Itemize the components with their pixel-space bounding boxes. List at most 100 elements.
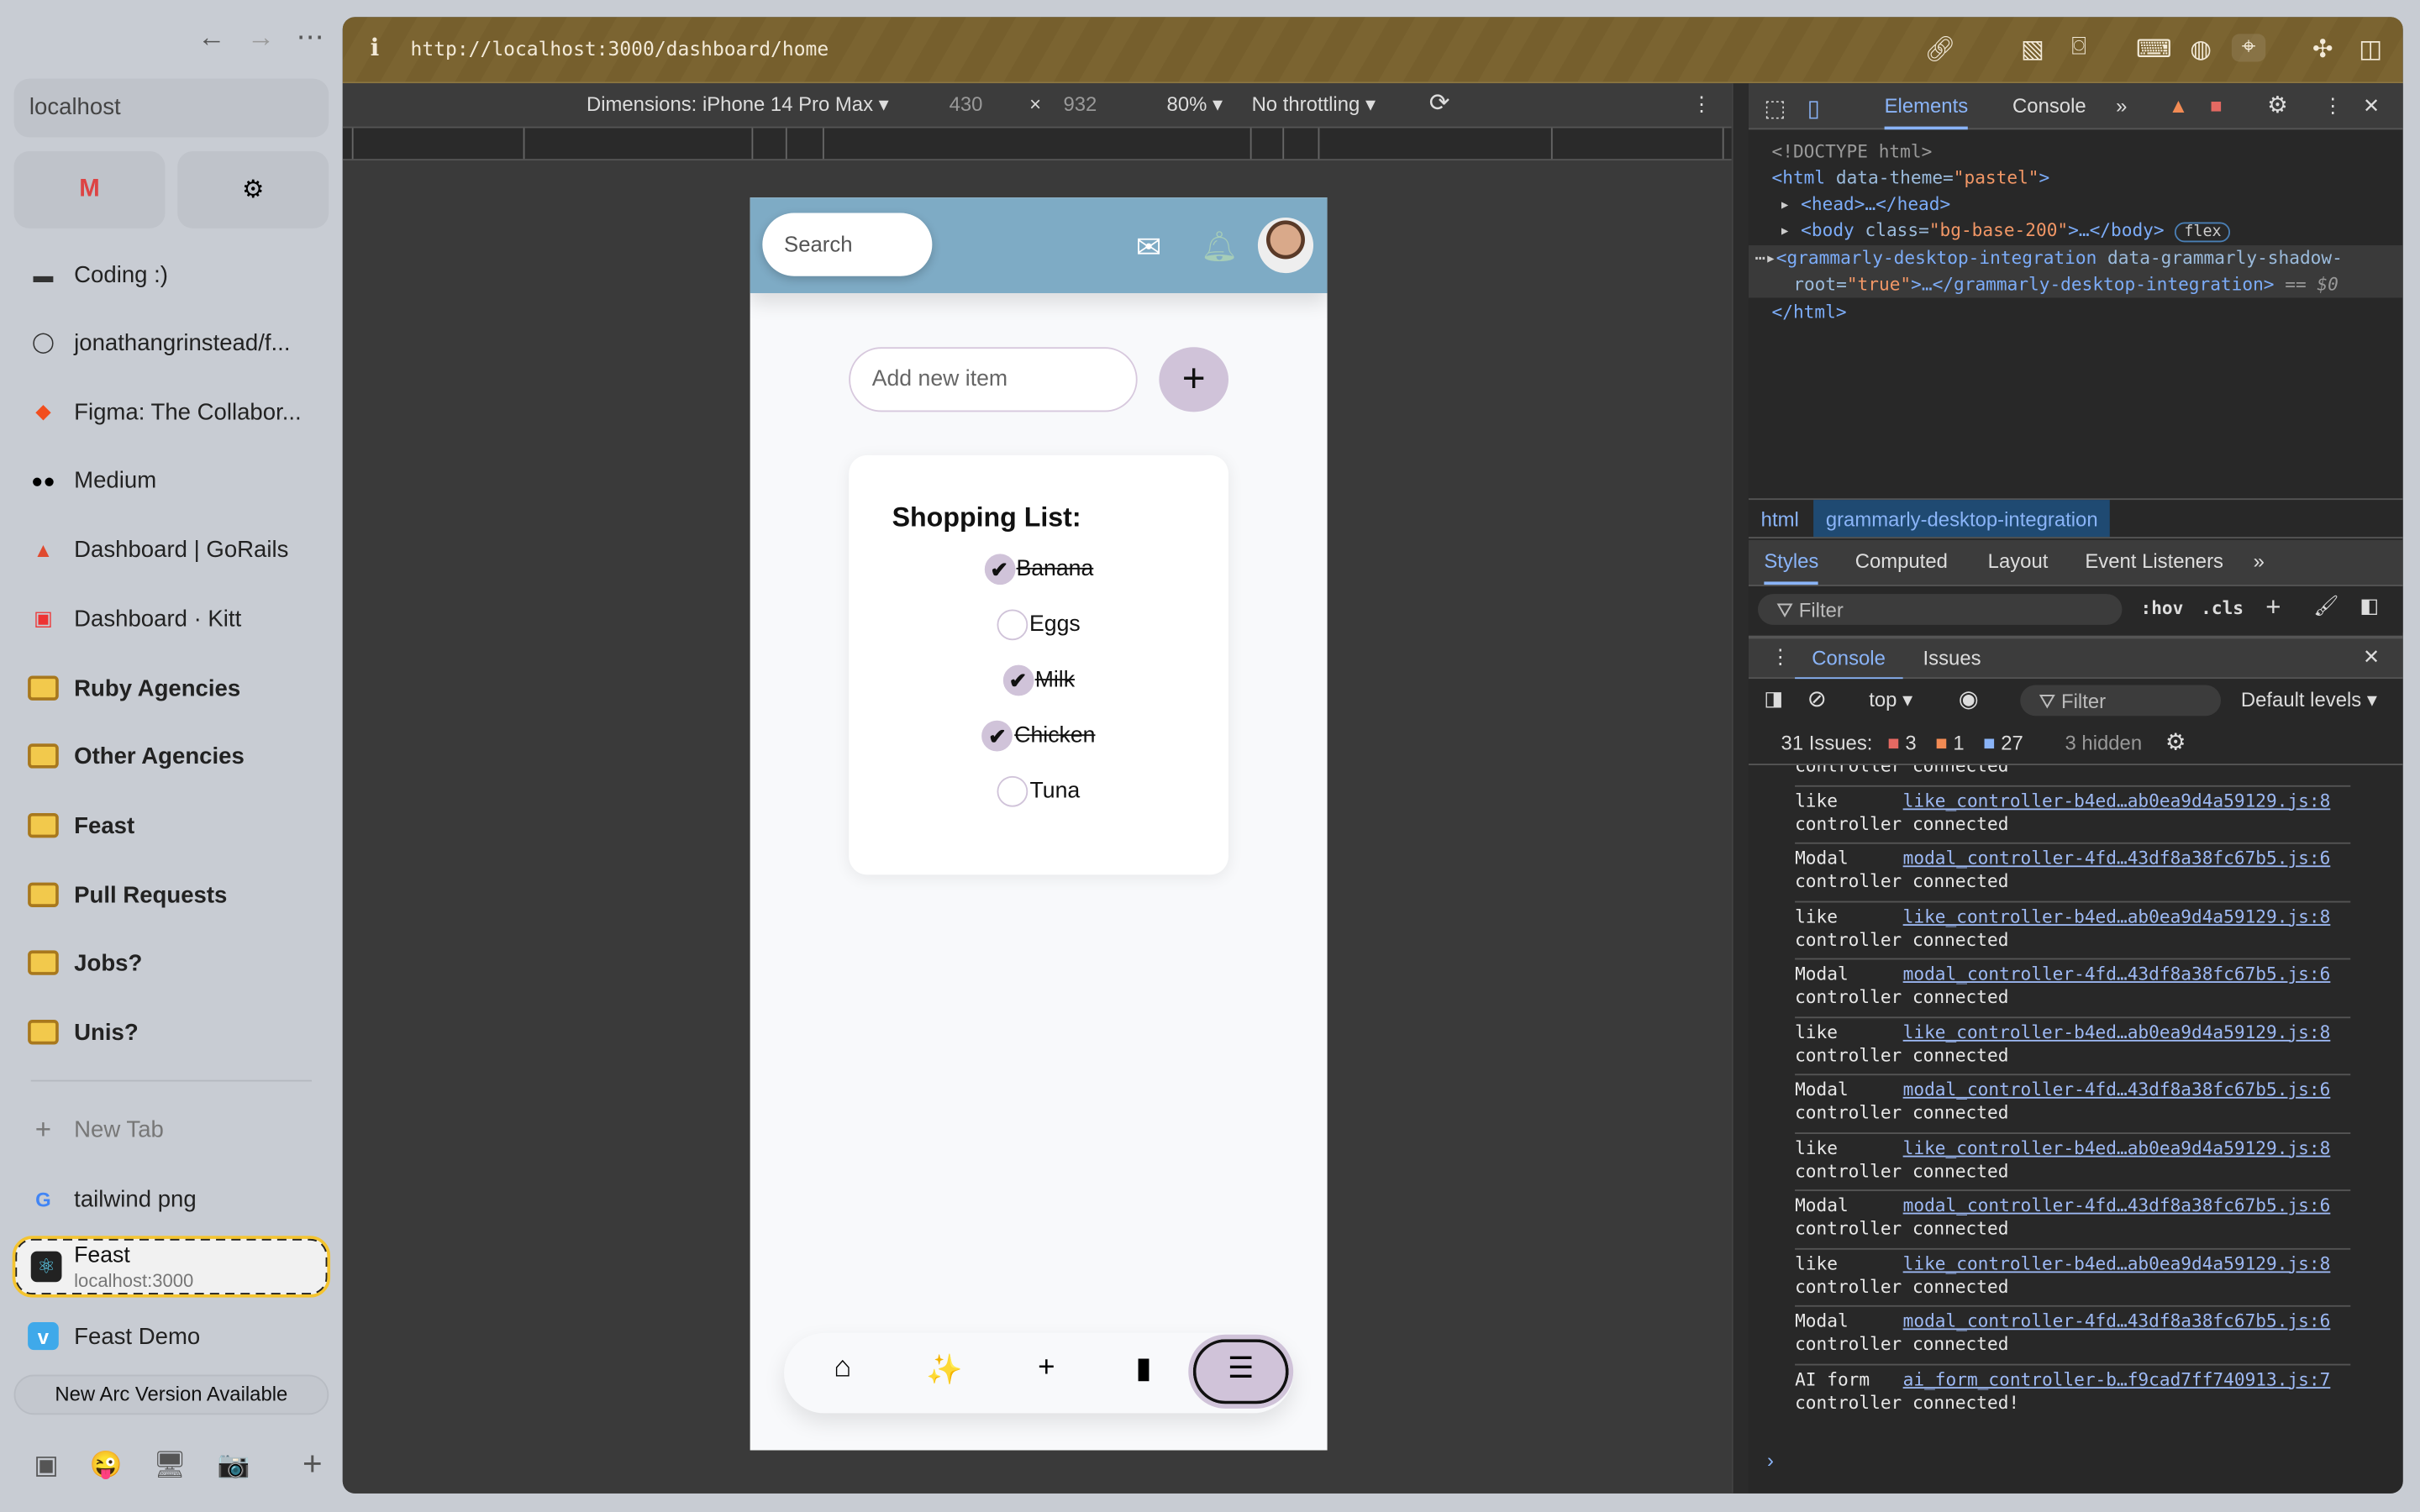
split-view-icon[interactable]: ◫ [2354, 34, 2387, 65]
console-prompt[interactable]: › [1767, 1449, 1774, 1473]
monitor-space-icon[interactable]: 🖥 [153, 1450, 187, 1481]
tab-event-listeners[interactable]: Event Listeners [2085, 549, 2223, 573]
pinned-item[interactable]: ▬ Coding :) [28, 256, 321, 293]
source-link[interactable]: modal_controller-4fd…43df8a38fc67b5.js:6 [1903, 1079, 2331, 1100]
crosshair-icon[interactable]: ⌖ [2231, 34, 2266, 62]
bell-icon[interactable]: 🔔︎ [1201, 228, 1238, 265]
height-input[interactable]: 932 [1063, 92, 1097, 116]
nav-home-button[interactable]: ⌂ [819, 1352, 865, 1385]
image-icon[interactable]: ▧ [2016, 34, 2049, 65]
tab-styles[interactable]: Styles [1764, 549, 1819, 585]
pinned-item[interactable]: ◯ jonathangrinstead/f... [28, 324, 321, 361]
pinned-item[interactable]: Other Agencies [28, 738, 321, 774]
pinned-item[interactable]: ●● Medium [28, 461, 321, 498]
breadcrumb-html[interactable]: html [1761, 507, 1799, 531]
device-toggle-icon[interactable]: ▯ [1807, 94, 1820, 122]
camera-icon[interactable]: ⌼ [2062, 34, 2096, 61]
source-link[interactable]: modal_controller-4fd…43df8a38fc67b5.js:6 [1903, 1194, 2331, 1216]
tab-feast-selected[interactable]: ⚛ Feast localhost:3000 [12, 1236, 331, 1298]
nav-list-button[interactable]: ☰ [1188, 1334, 1294, 1409]
eye-icon[interactable]: ◉ [1959, 685, 1979, 712]
list-item[interactable]: ✔ Chicken [849, 720, 1228, 752]
terminal-icon[interactable]: ⌨ [2136, 34, 2171, 65]
forward-button[interactable]: → [247, 22, 275, 55]
update-banner[interactable]: New Arc Version Available [13, 1374, 329, 1415]
globe-icon[interactable]: ◍ [2184, 34, 2217, 65]
add-space-button[interactable]: + [302, 1446, 323, 1481]
dom-body[interactable]: ▸ <body class="bg-base-200">…</body> fle… [1780, 219, 2231, 243]
emoji-space-icon[interactable]: 😜 [90, 1450, 123, 1481]
search-input[interactable]: Search [762, 213, 933, 276]
pinned-item[interactable]: ▲ Dashboard | GoRails [28, 531, 321, 568]
add-item-button[interactable]: + [1159, 347, 1229, 412]
styles-filter-input[interactable]: ⛛ Filter [1758, 594, 2123, 625]
drawer-menu-icon[interactable]: ⋮ [1770, 645, 1791, 669]
tab-layout[interactable]: Layout [1988, 549, 2049, 573]
add-item-input[interactable]: Add new item [849, 347, 1138, 412]
pinned-item[interactable]: Unis? [28, 1014, 321, 1051]
pinned-item[interactable]: Feast [28, 807, 321, 844]
paint-brush-icon[interactable]: 🖌︎ [2313, 594, 2338, 618]
issues-count[interactable]: 31 Issues: [1781, 732, 1873, 755]
list-item[interactable]: Eggs [849, 609, 1228, 641]
url-text[interactable]: http://localhost:3000/dashboard/home [411, 37, 829, 60]
error-icon[interactable]: ■ [2210, 94, 2222, 118]
nav-magic-wand-button[interactable]: ✨ [922, 1352, 968, 1389]
mail-icon[interactable]: ✉ [1136, 228, 1162, 267]
clear-console-icon[interactable]: ⊘ [1807, 685, 1827, 712]
dom-html-close[interactable]: </html> [1772, 301, 1847, 323]
console-sidebar-icon[interactable]: ◨ [1764, 686, 1783, 711]
pinned-item[interactable]: ◆ Figma: The Collabor... [28, 393, 321, 430]
extensions-icon[interactable]: ✣ [2306, 34, 2339, 65]
pinned-item[interactable]: ▣ Dashboard · Kitt [28, 600, 321, 637]
tab-elements[interactable]: Elements [1884, 94, 1969, 130]
dom-html[interactable]: <html data-theme="pastel"> [1772, 166, 2050, 188]
link-icon[interactable]: 🔗︎ [1923, 34, 1957, 65]
throttling-select[interactable]: No throttling ▾ [1252, 92, 1376, 117]
source-link[interactable]: modal_controller-4fd…43df8a38fc67b5.js:6 [1903, 963, 2331, 984]
rotate-icon[interactable]: ⟳ [1429, 88, 1450, 119]
back-button[interactable]: ← [197, 22, 225, 55]
menu-icon[interactable]: ⋮ [2323, 94, 2343, 118]
new-rule-icon[interactable]: + [2265, 592, 2281, 623]
new-tab-button[interactable]: + New Tab [28, 1110, 321, 1147]
breadcrumb-grammarly[interactable]: grammarly-desktop-integration [1813, 500, 2111, 538]
unchecked-checkbox[interactable] [997, 775, 1028, 807]
checked-checkbox[interactable]: ✔ [983, 554, 1015, 585]
list-item[interactable]: ✔ Milk [849, 664, 1228, 696]
console-filter-input[interactable]: ⛛ Filter [2020, 685, 2222, 717]
console-settings-icon[interactable]: ⚙ [2165, 728, 2186, 756]
media-query-ruler[interactable] [342, 126, 1732, 161]
log-levels-select[interactable]: Default levels ▾ [2241, 688, 2377, 712]
cls-toggle[interactable]: .cls [2201, 597, 2244, 619]
source-link[interactable]: modal_controller-4fd…43df8a38fc67b5.js:6 [1903, 1310, 2331, 1331]
drawer-close-icon[interactable]: ✕ [2363, 645, 2380, 669]
devtools-resize-handle[interactable] [1731, 83, 1749, 1494]
unchecked-checkbox[interactable] [997, 609, 1028, 641]
list-item[interactable]: Tuna [849, 775, 1228, 807]
camera-space-icon[interactable]: 📷 [218, 1450, 250, 1481]
checked-checkbox[interactable]: ✔ [981, 720, 1013, 752]
drawer-tab-issues[interactable]: Issues [1923, 647, 1981, 670]
info-icon[interactable]: i [371, 34, 379, 61]
warning-icon[interactable]: ▲ [2169, 94, 2189, 118]
width-input[interactable]: 430 [950, 92, 983, 116]
more-tabs-icon[interactable]: » [2116, 94, 2127, 118]
issues-warnings[interactable]: ■ 1 [1935, 732, 1964, 755]
more-options-icon[interactable]: ⋮ [1691, 92, 1712, 117]
gmail-icon[interactable]: M [13, 150, 166, 228]
archive-icon[interactable]: ▣ [34, 1450, 59, 1481]
tab-console[interactable]: Console [2012, 94, 2086, 118]
issues-info[interactable]: ■ 27 [1983, 732, 2023, 755]
openai-icon[interactable]: ⚙ [177, 150, 329, 228]
avatar[interactable] [1257, 217, 1314, 274]
nav-book-button[interactable]: ▮ [1120, 1352, 1166, 1387]
address-field[interactable]: localhost [13, 78, 329, 138]
drawer-tab-console[interactable]: Console [1795, 647, 1903, 680]
zoom-select[interactable]: 80% ▾ [1167, 92, 1223, 117]
close-icon[interactable]: ✕ [2363, 94, 2380, 118]
inspect-icon[interactable]: ⬚ [1764, 94, 1786, 122]
checked-checkbox[interactable]: ✔ [1002, 664, 1034, 696]
nav-plus-button[interactable]: + [1023, 1352, 1070, 1385]
settings-icon[interactable]: ⚙ [2267, 91, 2288, 118]
